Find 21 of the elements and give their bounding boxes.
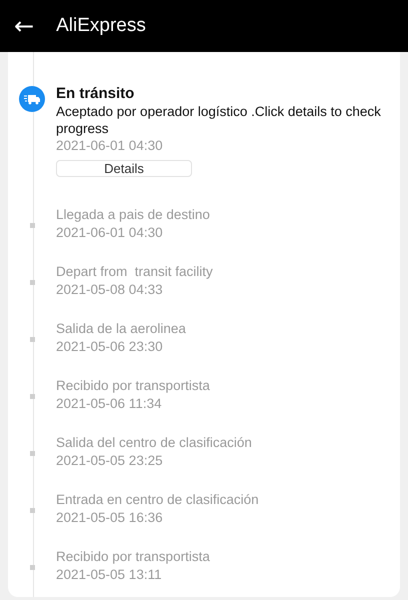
event-time: 2021-06-01 04:30	[56, 224, 164, 242]
back-button[interactable]: ←	[14, 14, 34, 38]
event-title: Entrada en centro de clasificación	[56, 491, 260, 509]
event-time: 2021-05-05 23:25	[56, 452, 164, 470]
truck-icon	[19, 86, 45, 112]
event-time: 2021-05-05 16:36	[56, 509, 164, 527]
event-time: 2021-05-06 11:34	[56, 395, 163, 413]
event-title: Salida de la aerolinea	[56, 320, 187, 338]
event-time: 2021-05-08 04:33	[56, 281, 164, 299]
status-description: Aceptado por operador logístico .Click details to check progress	[56, 103, 382, 137]
event-title: Depart from transit facility	[56, 263, 214, 281]
details-button[interactable]: Details	[56, 160, 192, 177]
app-title: AliExpress	[56, 15, 146, 37]
event-time: 2021-05-05 13:11	[56, 566, 163, 584]
event-title: Llegada a pais de destino	[56, 206, 211, 224]
event-title: Salida del centro de clasificación	[56, 434, 253, 452]
event-title: Recibido por transportista	[56, 548, 211, 566]
status-title: En tránsito	[56, 84, 136, 103]
event-time: 2021-06-01 04:30	[56, 137, 164, 155]
event-title: Recibido por transportista	[56, 377, 211, 395]
event-time: 2021-05-06 23:30	[56, 338, 164, 356]
